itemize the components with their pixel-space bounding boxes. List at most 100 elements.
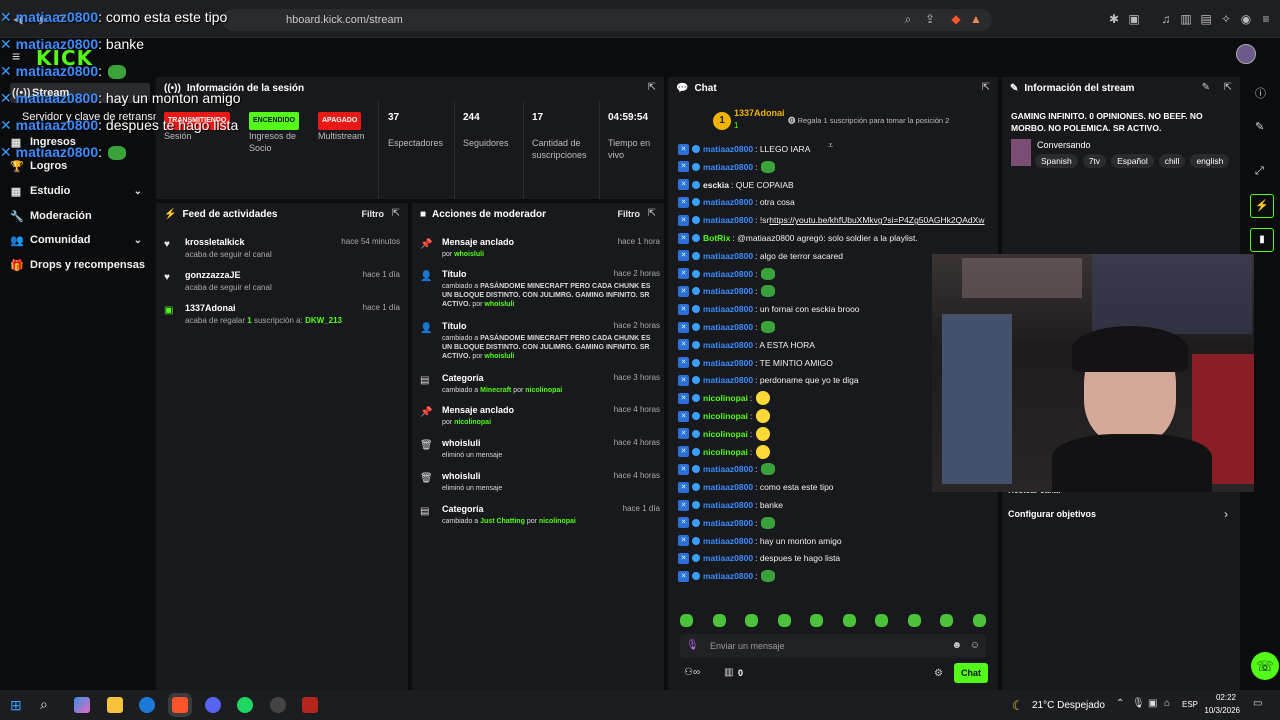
sidebar-icon[interactable]: ▥	[1178, 11, 1194, 27]
discord-icon[interactable]	[205, 697, 221, 713]
sidebar-item-comunidad[interactable]: 👥 Comunidad ⌄	[10, 230, 150, 250]
emote-icon[interactable]	[680, 614, 693, 627]
chat-username[interactable]: matiaaz0800	[703, 144, 753, 154]
emote-icon[interactable]	[745, 614, 758, 627]
edge-icon[interactable]	[139, 697, 155, 713]
chat-username[interactable]: nicolinopai	[703, 429, 748, 439]
start-icon[interactable]: ⊞	[10, 697, 22, 714]
tag-pill[interactable]: chill	[1158, 154, 1186, 168]
tag-pill[interactable]: Español	[1111, 154, 1154, 168]
emote-icon[interactable]	[810, 614, 823, 627]
spotify-icon[interactable]	[237, 697, 253, 713]
share-icon[interactable]: ⇪	[922, 11, 938, 27]
filter-button[interactable]: Filtro	[618, 209, 641, 219]
avatar[interactable]	[1236, 44, 1256, 64]
category-name[interactable]: Conversando	[1037, 140, 1091, 150]
emote-icon[interactable]	[712, 614, 726, 627]
popout-icon[interactable]: ⇱	[648, 82, 656, 93]
emote-icon[interactable]	[907, 614, 921, 627]
chat-username[interactable]: matiaaz0800	[703, 500, 753, 510]
notification-icon[interactable]: ▭	[1253, 698, 1262, 709]
chat-username[interactable]: nicolinopai	[703, 393, 748, 403]
sidebar-item-estudio[interactable]: ▦ Estudio ⌄	[10, 181, 150, 201]
edit-icon[interactable]: ✎	[1202, 82, 1210, 93]
chat-send-button[interactable]: Chat	[954, 663, 988, 683]
expand-icon[interactable]: ⤢	[1255, 165, 1264, 178]
vpn-icon[interactable]: ◉	[1238, 11, 1254, 27]
tray-chevron-icon[interactable]: ⌃	[1116, 698, 1124, 709]
emote-picker-icon[interactable]: ☻	[951, 640, 962, 651]
users-icon[interactable]: ⚇∞	[684, 667, 700, 678]
zoom-icon[interactable]: ⌕	[900, 11, 916, 27]
emote-icon[interactable]	[940, 614, 953, 627]
top-gifter-name[interactable]: 1337Adonai	[734, 108, 785, 118]
configure-goals-button[interactable]: Configurar objetivos	[1008, 509, 1096, 519]
chat-username[interactable]: matiaaz0800	[703, 553, 753, 563]
emote-icon[interactable]	[842, 614, 856, 627]
quick-action-bolt[interactable]: ⚡	[1250, 194, 1274, 218]
chat-username[interactable]: esckia	[703, 180, 729, 190]
chat-username[interactable]: matiaaz0800	[703, 536, 753, 546]
tag-pill[interactable]: english	[1190, 154, 1230, 168]
chat-username[interactable]: matiaaz0800	[703, 571, 753, 581]
emote-icon[interactable]	[972, 614, 986, 627]
settings-gear-icon[interactable]: ⚙	[934, 668, 943, 679]
sidebar-item-moderacion[interactable]: 🔧 Moderación	[10, 206, 150, 226]
sidebar-item-drops[interactable]: 🎁 Drops y recompensas	[10, 255, 150, 275]
leo-icon[interactable]: ✧	[1218, 11, 1234, 27]
chat-username[interactable]: matiaaz0800	[703, 269, 753, 279]
quick-action-card[interactable]: ▮	[1250, 228, 1274, 252]
help-chat-button[interactable]: ☏	[1251, 652, 1279, 680]
tabs-icon[interactable]: ▣	[1126, 11, 1142, 27]
media-icon[interactable]: ♫	[1158, 11, 1174, 27]
popout-icon[interactable]: ⇱	[982, 82, 990, 93]
brave-shield-icon[interactable]: ◆	[948, 11, 964, 27]
chat-username[interactable]: matiaaz0800	[703, 251, 753, 261]
chat-username[interactable]: matiaaz0800	[703, 322, 753, 332]
gift-prompt[interactable]: ⓿ Regala 1 suscripción para tomar la pos…	[788, 115, 949, 126]
chat-username[interactable]: matiaaz0800	[703, 162, 753, 172]
app-icon[interactable]	[302, 697, 318, 713]
chat-link[interactable]: https://youtu.be/khfUbuXMkvg?si=P4Zg50AG…	[769, 215, 984, 225]
extensions-icon[interactable]: ✱	[1106, 11, 1122, 27]
tray-app-icon[interactable]: ▣	[1148, 698, 1157, 709]
popout-icon[interactable]: ⇱	[1224, 82, 1232, 93]
emote-icon[interactable]	[777, 614, 791, 627]
popout-icon[interactable]: ⇱	[392, 208, 400, 219]
chat-username[interactable]: matiaaz0800	[703, 358, 753, 368]
address-bar[interactable]: hboard.kick.com/stream	[222, 9, 992, 31]
chat-input[interactable]: 🎙 Enviar un mensaje ☻ ☺	[680, 634, 986, 658]
pencil-icon[interactable]: ✎	[1255, 120, 1264, 133]
wallet-icon[interactable]: ▤	[1198, 11, 1214, 27]
tag-pill[interactable]: Spanish	[1035, 154, 1078, 168]
emote-icon[interactable]	[875, 614, 888, 627]
clock-time[interactable]: 02:22	[1206, 693, 1236, 702]
copilot-icon[interactable]	[74, 697, 90, 713]
chat-username[interactable]: nicolinopai	[703, 411, 748, 421]
emoji-icon[interactable]: ☺	[970, 640, 980, 651]
chat-username[interactable]: matiaaz0800	[703, 482, 753, 492]
filter-button[interactable]: Filtro	[362, 209, 385, 219]
weather-text[interactable]: 21°C Despejado	[1032, 700, 1105, 711]
chat-username[interactable]: matiaaz0800	[703, 464, 753, 474]
chat-username[interactable]: matiaaz0800	[703, 304, 753, 314]
clock-date[interactable]: 10/3/2026	[1200, 706, 1240, 715]
network-icon[interactable]: ⌂	[1164, 698, 1170, 709]
info-icon[interactable]: ⓘ	[1255, 85, 1266, 101]
obs-icon[interactable]	[270, 697, 286, 713]
popout-icon[interactable]: ⇱	[648, 208, 656, 219]
menu-icon[interactable]: ≡	[1258, 11, 1274, 27]
chat-username[interactable]: BotRix	[703, 233, 730, 243]
chat-username[interactable]: matiaaz0800	[703, 375, 753, 385]
rewards-icon[interactable]: ▲	[968, 11, 984, 27]
tag-pill[interactable]: 7tv	[1082, 154, 1107, 168]
chat-username[interactable]: matiaaz0800	[703, 215, 753, 225]
file-explorer-icon[interactable]	[107, 697, 123, 713]
chat-username[interactable]: matiaaz0800	[703, 340, 753, 350]
chat-username[interactable]: matiaaz0800	[703, 518, 753, 528]
search-icon[interactable]: ⌕	[40, 696, 48, 713]
chat-username[interactable]: nicolinopai	[703, 447, 748, 457]
chat-username[interactable]: matiaaz0800	[703, 197, 753, 207]
brave-icon[interactable]	[172, 697, 188, 713]
chat-username[interactable]: matiaaz0800	[703, 286, 753, 296]
